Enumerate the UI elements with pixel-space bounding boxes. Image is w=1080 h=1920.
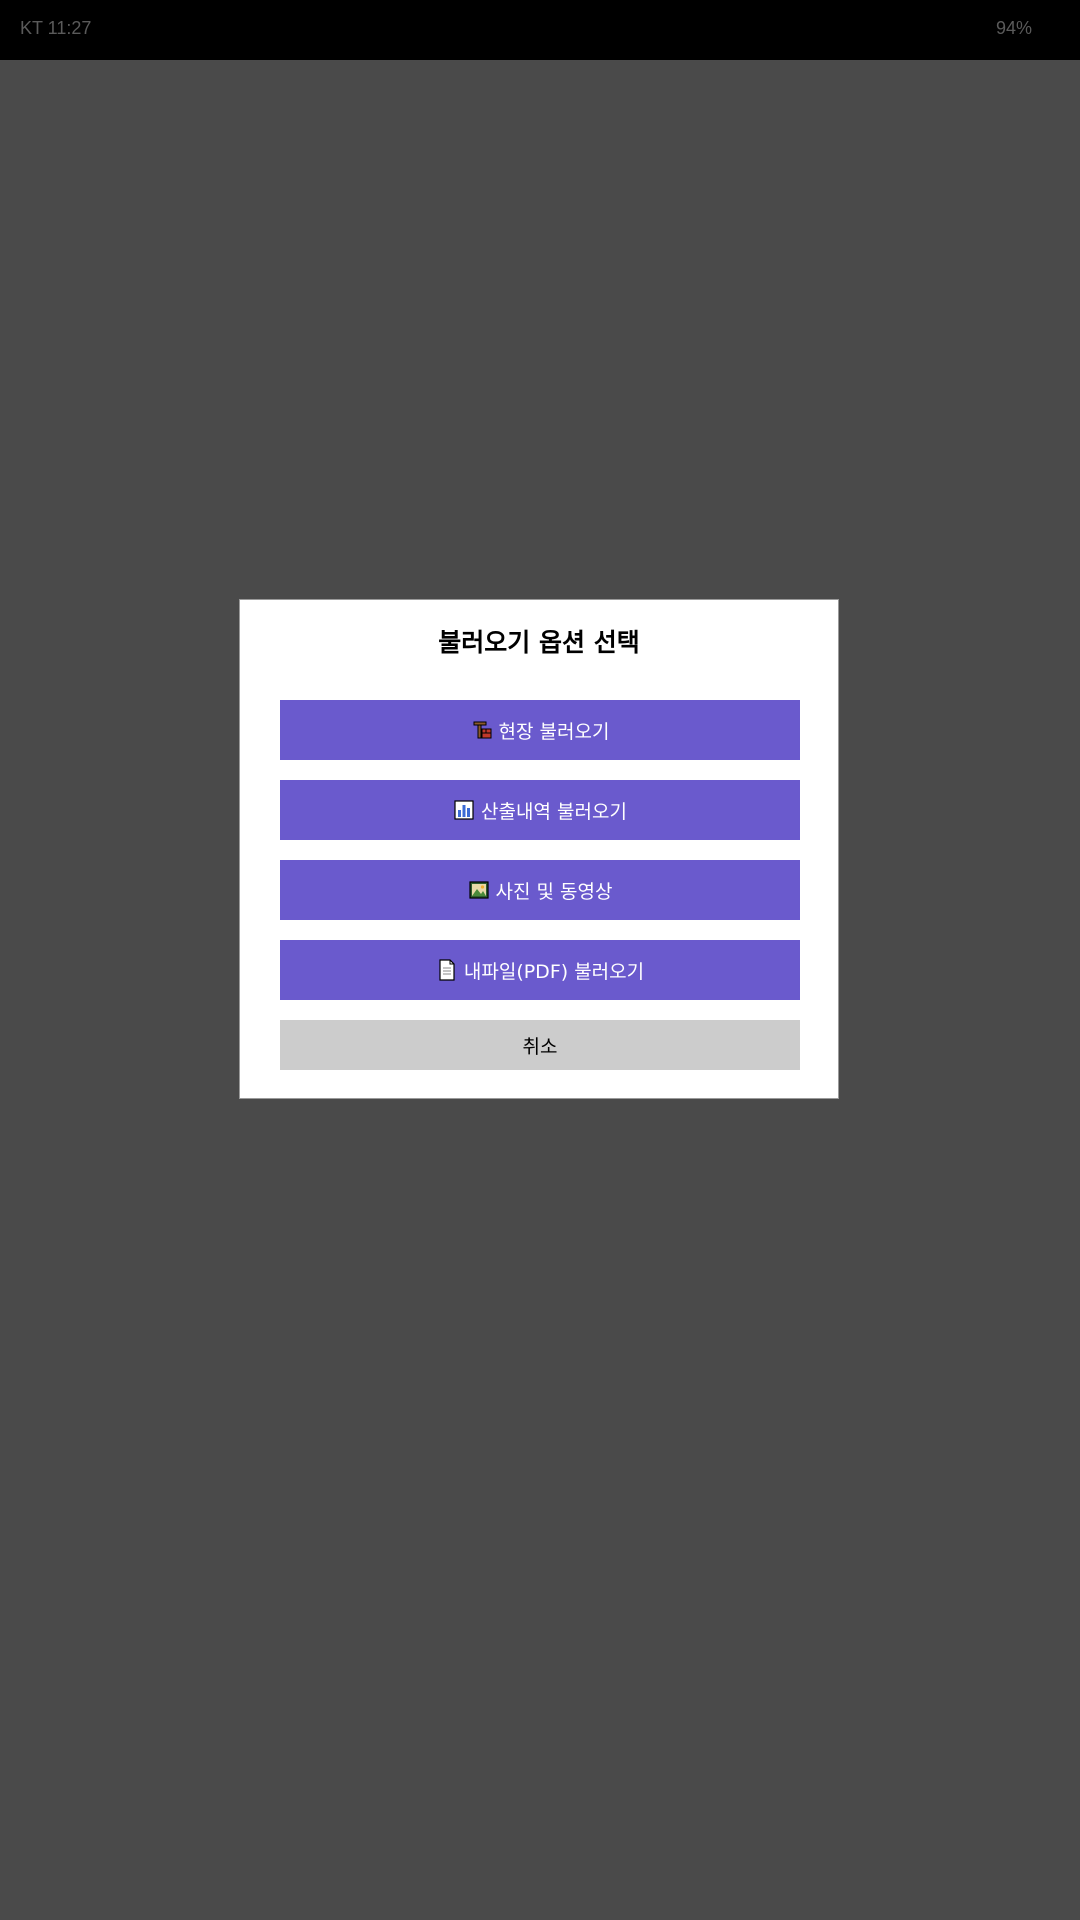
carrier-time: KT 11:27 (20, 18, 92, 38)
load-pdf-button[interactable]: 내파일(PDF) 불러오기 (280, 940, 800, 1000)
load-estimate-button[interactable]: 산출내역 불러오기 (280, 780, 800, 840)
dialog-title: 불러오기 옵션 선택 (438, 628, 640, 657)
construction-icon (471, 719, 493, 741)
load-pdf-label: 내파일(PDF) 불러오기 (463, 960, 645, 983)
load-site-label: 현장 불러오기 (498, 720, 610, 743)
photos-videos-label: 사진 및 동영상 (495, 880, 613, 903)
battery-level: 94% (995, 18, 1032, 38)
document-icon (436, 959, 458, 981)
load-site-button[interactable]: 현장 불러오기 (280, 700, 800, 760)
status-bar: KT 11:27 94% (0, 0, 1080, 60)
picture-icon (468, 879, 490, 901)
load-options-dialog: 불러오기 옵션 선택 현장 불러오기 산출내역 불러오기 사진 및 동영상 내파… (239, 599, 839, 1099)
photos-videos-button[interactable]: 사진 및 동영상 (280, 860, 800, 920)
cancel-button[interactable]: 취소 (280, 1020, 800, 1070)
load-estimate-label: 산출내역 불러오기 (481, 800, 627, 823)
chart-icon (453, 799, 475, 821)
